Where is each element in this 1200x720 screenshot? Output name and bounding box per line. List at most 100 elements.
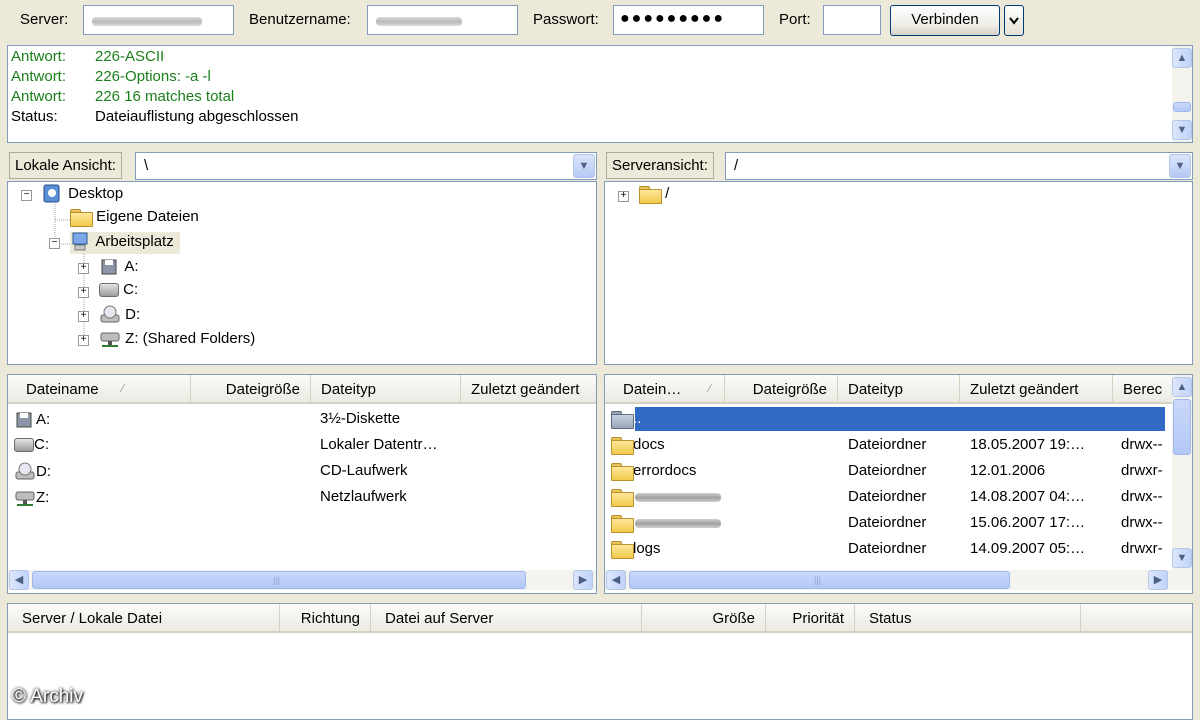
- transfer-queue: Server / Lokale Datei Richtung Datei auf…: [7, 603, 1193, 720]
- tree-item-c[interactable]: C:: [99, 281, 138, 303]
- scroll-down-button[interactable]: ▼: [1172, 548, 1192, 568]
- scroll-left-button[interactable]: ◀: [9, 570, 29, 590]
- tree-item-root[interactable]: /: [639, 185, 669, 207]
- column-header-modified[interactable]: Zuletzt geändert: [960, 375, 1113, 402]
- network-drive-icon: [100, 332, 120, 347]
- column-header-permissions[interactable]: Berec: [1113, 375, 1172, 402]
- expand-toggle[interactable]: +: [78, 287, 89, 298]
- file-permissions: [1121, 407, 1169, 431]
- file-name: errordocs: [633, 462, 697, 479]
- file-modified: 12.01.2006: [970, 462, 1046, 479]
- table-row[interactable]: Dateiordner 15.06.2007 17:… drwx--: [605, 511, 1172, 536]
- scroll-up-button[interactable]: ▲: [1172, 48, 1192, 68]
- scroll-left-button[interactable]: ◀: [606, 570, 626, 590]
- tree-item-d[interactable]: D:: [99, 305, 140, 327]
- file-type: [848, 407, 963, 431]
- folder-icon: [611, 541, 634, 560]
- table-row[interactable]: docs Dateiordner 18.05.2007 19:… drwx--: [605, 433, 1172, 458]
- table-row[interactable]: A: 3½-Diskette: [8, 407, 596, 432]
- log-scrollbar[interactable]: ▲ ▼: [1172, 46, 1192, 142]
- blurred-name: [635, 518, 721, 528]
- remote-view-label: Serveransicht:: [606, 152, 714, 179]
- collapse-toggle[interactable]: −: [21, 190, 32, 201]
- folder-icon: [639, 186, 662, 205]
- scroll-right-button[interactable]: ▶: [1148, 570, 1168, 590]
- column-header-size[interactable]: Dateigröße: [191, 375, 311, 402]
- table-row[interactable]: D: CD-Laufwerk: [8, 459, 596, 484]
- folder-icon: [611, 515, 634, 534]
- column-header-remote-file[interactable]: Datei auf Server: [371, 604, 642, 631]
- quickconnect-bar: Server: Benutzername: Passwort: ●●●●●●●●…: [0, 0, 1200, 44]
- column-header-filename[interactable]: Datein… ⁄: [605, 375, 725, 402]
- folder-icon: [611, 463, 634, 482]
- chevron-down-icon[interactable]: ▼: [573, 154, 595, 178]
- log-value: 226-ASCII: [95, 48, 165, 65]
- column-header-filename[interactable]: Dateiname ⁄: [8, 375, 191, 402]
- scroll-thumb[interactable]: [1173, 102, 1191, 112]
- remote-vscrollbar[interactable]: ▲ ▼: [1172, 375, 1192, 570]
- tree-item-arbeitsplatz[interactable]: Arbeitsplatz: [70, 232, 180, 254]
- expand-toggle[interactable]: +: [78, 335, 89, 346]
- collapse-toggle[interactable]: −: [49, 238, 60, 249]
- file-modified: 14.09.2007 05:…: [970, 540, 1086, 557]
- table-row[interactable]: Z: Netzlaufwerk: [8, 485, 596, 510]
- column-header-size[interactable]: Größe: [642, 604, 766, 631]
- connect-button[interactable]: Verbinden: [890, 5, 1000, 36]
- table-row[interactable]: C: Lokaler Datentr…: [8, 433, 596, 458]
- file-permissions: drwx--: [1121, 436, 1163, 453]
- message-log: Antwort: 226-ASCII Antwort: 226-Options: -a…: [7, 45, 1193, 143]
- table-row[interactable]: Dateiordner 14.08.2007 04:… drwx--: [605, 485, 1172, 510]
- remote-path-combo[interactable]: / ▼: [725, 152, 1193, 180]
- tree-item-desktop[interactable]: Desktop: [42, 184, 123, 206]
- remote-hscrollbar[interactable]: ◀ ||| ▶: [605, 570, 1192, 590]
- scroll-thumb[interactable]: [1173, 399, 1191, 455]
- local-path-combo[interactable]: \ ▼: [135, 152, 597, 180]
- file-name: ..: [633, 410, 642, 427]
- username-input[interactable]: [367, 5, 518, 35]
- scroll-up-button[interactable]: ▲: [1172, 377, 1192, 397]
- scroll-right-button[interactable]: ▶: [573, 570, 593, 590]
- tree-item-z[interactable]: Z: (Shared Folders): [99, 329, 255, 351]
- file-name: logs: [633, 540, 661, 557]
- column-header-status[interactable]: Status: [855, 604, 1081, 631]
- password-input[interactable]: ●●●●●●●●●: [613, 5, 764, 35]
- column-header-direction[interactable]: Richtung: [280, 604, 371, 631]
- tree-item-a[interactable]: A:: [99, 257, 139, 279]
- scroll-thumb[interactable]: |||: [32, 571, 526, 589]
- expand-toggle[interactable]: +: [618, 191, 629, 202]
- column-header-size[interactable]: Dateigröße: [725, 375, 838, 402]
- column-header-type[interactable]: Dateityp: [311, 375, 461, 402]
- port-input[interactable]: [823, 5, 881, 35]
- chevron-down-icon[interactable]: ▼: [1169, 154, 1191, 178]
- file-modified: 15.06.2007 17:…: [970, 514, 1086, 531]
- scroll-down-button[interactable]: ▼: [1172, 120, 1192, 140]
- server-input[interactable]: [83, 5, 234, 35]
- folder-icon: [611, 489, 634, 508]
- column-header-type[interactable]: Dateityp: [838, 375, 960, 402]
- scroll-thumb[interactable]: |||: [629, 571, 1010, 589]
- expand-toggle[interactable]: +: [78, 263, 89, 274]
- expand-toggle[interactable]: +: [78, 311, 89, 322]
- chevron-down-icon: [1009, 17, 1019, 25]
- table-row[interactable]: logs Dateiordner 14.09.2007 05:… drwxr-: [605, 537, 1172, 562]
- table-row[interactable]: ..: [605, 407, 1172, 432]
- harddisk-icon: [14, 438, 34, 453]
- file-modified: 14.08.2007 04:…: [970, 488, 1086, 505]
- file-type: Dateiordner: [848, 436, 927, 453]
- table-row[interactable]: errordocs Dateiordner 12.01.2006 drwxr-: [605, 459, 1172, 484]
- column-header-extra[interactable]: [1081, 604, 1192, 631]
- column-header-modified[interactable]: Zuletzt geändert: [461, 375, 596, 402]
- log-value: Dateiauflistung abgeschlossen: [95, 108, 299, 125]
- column-header-priority[interactable]: Priorität: [766, 604, 855, 631]
- network-drive-icon: [15, 491, 35, 506]
- file-type: Lokaler Datentr…: [320, 436, 438, 453]
- connect-dropdown-button[interactable]: [1004, 5, 1024, 36]
- tree-item-eigene-dateien[interactable]: Eigene Dateien: [70, 208, 199, 230]
- desktop-icon: [43, 184, 60, 203]
- remote-path-bar: Serveransicht: / ▼: [604, 150, 1193, 180]
- local-hscrollbar[interactable]: ◀ ||| ▶: [8, 570, 596, 590]
- file-permissions: drwx--: [1121, 514, 1163, 531]
- server-label: Server:: [20, 11, 69, 28]
- column-header-local-file[interactable]: Server / Lokale Datei: [8, 604, 280, 631]
- log-key: Antwort:: [11, 68, 67, 85]
